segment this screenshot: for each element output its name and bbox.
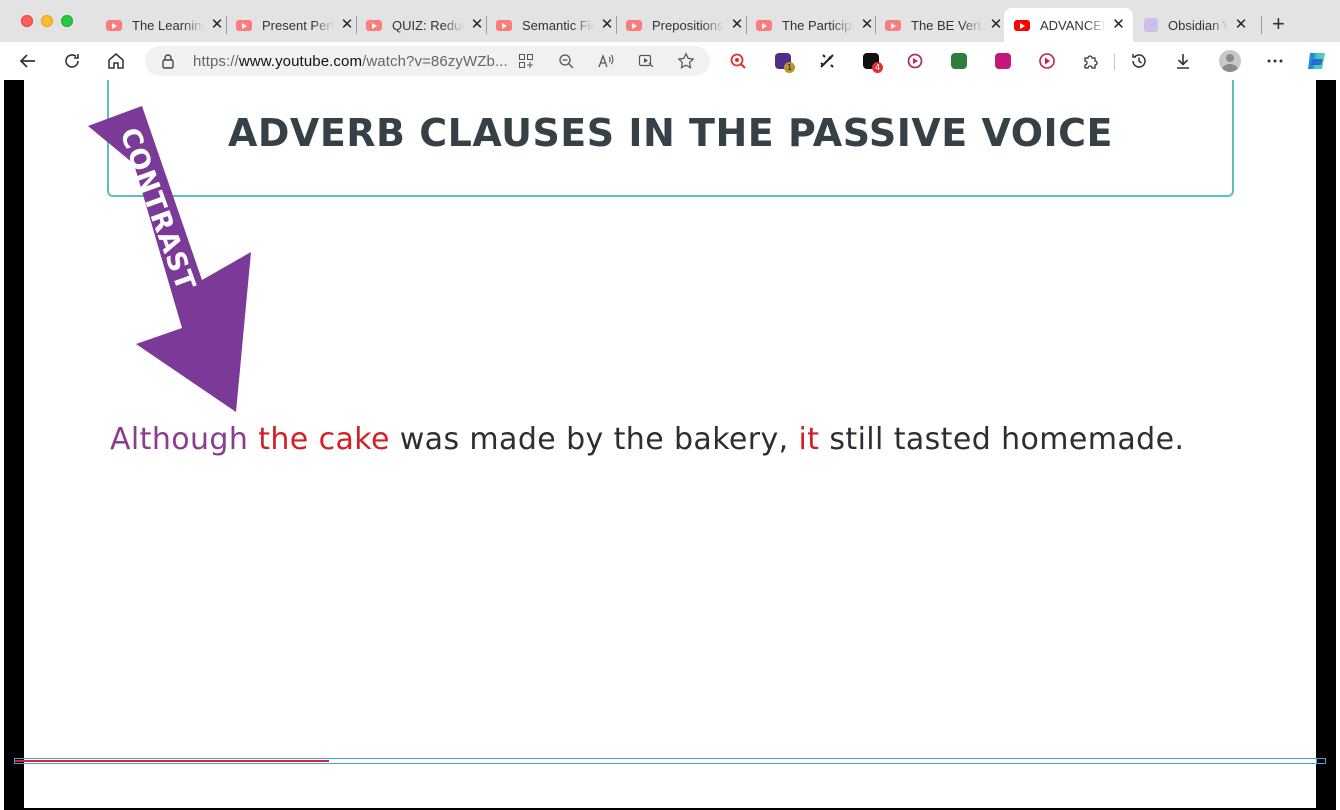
tab-close-icon[interactable]: ✕ bbox=[989, 17, 1003, 32]
tab-title: Obsidian Web bbox=[1168, 17, 1228, 33]
new-tab-button[interactable]: + bbox=[1272, 12, 1285, 36]
tab-semantic-fields[interactable]: Semantic Fields ✕ bbox=[486, 8, 622, 42]
tab-title: Present Perfect bbox=[262, 17, 334, 33]
window-maximize-button[interactable] bbox=[61, 15, 73, 27]
tab-title: Semantic Fields bbox=[522, 17, 594, 33]
tab-the-learning[interactable]: The Learning ✕ bbox=[96, 8, 232, 42]
back-button[interactable] bbox=[16, 49, 40, 73]
youtube-icon bbox=[626, 19, 642, 31]
youtube-icon bbox=[366, 19, 382, 31]
url-path: /watch?v=86zyWZb... bbox=[362, 53, 508, 70]
heading-box: ADVERB CLAUSES IN THE PASSIVE VOICE bbox=[107, 80, 1234, 197]
zoom-out-icon[interactable] bbox=[557, 52, 575, 70]
tab-title: Prepositions bbox=[652, 17, 724, 33]
read-aloud-icon[interactable] bbox=[597, 52, 615, 70]
sentence-passive-verb: was made by the bakery, bbox=[399, 422, 789, 457]
tab-advanced-active[interactable]: ADVANCED ✕ bbox=[1004, 8, 1133, 42]
extension-badge-count: 4 bbox=[872, 62, 883, 73]
url-scheme: https:// bbox=[193, 53, 239, 70]
url-text[interactable]: https://www.youtube.com/watch?v=86zyWZb.… bbox=[193, 53, 508, 70]
youtube-icon bbox=[236, 19, 252, 31]
more-options-icon[interactable] bbox=[1263, 49, 1287, 73]
youtube-icon bbox=[756, 19, 772, 31]
youtube-icon bbox=[496, 19, 512, 31]
extension-notes-icon[interactable]: 1 bbox=[771, 49, 795, 73]
sentence-subordinator: Although bbox=[110, 422, 249, 457]
tab-title: The Learning bbox=[132, 17, 204, 33]
video-progress-bar[interactable] bbox=[14, 758, 1326, 764]
extension-badge-count: 1 bbox=[784, 62, 795, 73]
contrast-arrow-icon: CONTRAST bbox=[88, 106, 251, 412]
tab-present-perfect[interactable]: Present Perfect ✕ bbox=[226, 8, 362, 42]
extension-search-icon[interactable] bbox=[726, 49, 750, 73]
lock-icon[interactable] bbox=[161, 53, 175, 74]
avatar-icon bbox=[1219, 50, 1241, 72]
obsidian-icon bbox=[1144, 18, 1158, 32]
extension-capture-icon[interactable]: 4 bbox=[859, 49, 883, 73]
extension-download-icon[interactable] bbox=[947, 49, 971, 73]
tab-close-icon[interactable]: ✕ bbox=[210, 17, 224, 32]
refresh-icon bbox=[65, 54, 79, 68]
tab-close-icon[interactable]: ✕ bbox=[1112, 17, 1125, 32]
tab-close-icon[interactable]: ✕ bbox=[730, 17, 744, 32]
tab-the-participle[interactable]: The Participle ✕ bbox=[746, 8, 882, 42]
youtube-icon bbox=[1014, 19, 1030, 31]
copilot-icon[interactable] bbox=[1305, 49, 1329, 73]
tab-close-icon[interactable]: ✕ bbox=[600, 17, 614, 32]
tab-title: ADVANCED bbox=[1040, 17, 1107, 33]
tab-obsidian-web[interactable]: Obsidian Web ✕ bbox=[1134, 8, 1256, 42]
progress-end-handle[interactable] bbox=[1316, 758, 1326, 764]
window-close-button[interactable] bbox=[21, 15, 33, 27]
tab-close-icon[interactable]: ✕ bbox=[860, 17, 874, 32]
address-bar[interactable]: https://www.youtube.com/watch?v=86zyWZb.… bbox=[145, 46, 710, 76]
extension-screencast-icon[interactable] bbox=[903, 49, 927, 73]
tab-close-icon[interactable]: ✕ bbox=[1234, 17, 1248, 32]
downloads-icon[interactable] bbox=[1171, 49, 1195, 73]
browser-toolbar: https://www.youtube.com/watch?v=86zyWZb.… bbox=[0, 42, 1340, 80]
history-icon[interactable] bbox=[1127, 49, 1151, 73]
slide-heading: ADVERB CLAUSES IN THE PASSIVE VOICE bbox=[227, 111, 1114, 155]
sentence-main-clause: still tasted homemade. bbox=[829, 422, 1185, 457]
home-icon bbox=[108, 53, 124, 69]
tab-close-icon[interactable]: ✕ bbox=[470, 17, 484, 32]
example-sentence: Although the cake was made by the bakery… bbox=[110, 422, 1184, 457]
sentence-main-subject: it bbox=[798, 422, 820, 457]
app-available-icon[interactable] bbox=[517, 52, 535, 70]
arrow-label: CONTRAST bbox=[113, 124, 201, 296]
extensions-puzzle-icon[interactable] bbox=[1079, 49, 1103, 73]
immersive-reader-icon[interactable] bbox=[637, 52, 655, 70]
extension-play-icon[interactable] bbox=[1035, 49, 1059, 73]
sentence-subject: the cake bbox=[258, 422, 390, 457]
tab-title: QUIZ: Reduced bbox=[392, 17, 464, 33]
tab-strip: The Learning ✕ Present Perfect ✕ QUIZ: R… bbox=[0, 0, 1340, 42]
url-host: www.youtube.com bbox=[238, 53, 363, 70]
tab-the-be-verb[interactable]: The BE Verb ✕ bbox=[875, 8, 1011, 42]
video-slide[interactable]: ADVERB CLAUSES IN THE PASSIVE VOICE CONT… bbox=[24, 80, 1316, 808]
reload-button[interactable] bbox=[60, 49, 84, 73]
profile-avatar[interactable] bbox=[1218, 49, 1242, 73]
tab-prepositions[interactable]: Prepositions ✕ bbox=[616, 8, 752, 42]
tab-title: The BE Verb bbox=[911, 17, 983, 33]
toolbar-divider bbox=[1114, 54, 1115, 70]
home-button[interactable] bbox=[104, 49, 128, 73]
tab-separator bbox=[1261, 16, 1262, 34]
extension-ai-icon[interactable] bbox=[815, 49, 839, 73]
extension-board-icon[interactable] bbox=[991, 49, 1015, 73]
favorite-star-icon[interactable] bbox=[677, 52, 695, 70]
youtube-icon bbox=[106, 19, 122, 31]
video-progress-played bbox=[15, 760, 329, 762]
youtube-icon bbox=[885, 19, 901, 31]
window-minimize-button[interactable] bbox=[41, 15, 53, 27]
arrow-left-icon bbox=[19, 54, 35, 68]
tab-close-icon[interactable]: ✕ bbox=[340, 17, 354, 32]
tab-quiz-reduced[interactable]: QUIZ: Reduced ✕ bbox=[356, 8, 492, 42]
tab-title: The Participle bbox=[782, 17, 854, 33]
